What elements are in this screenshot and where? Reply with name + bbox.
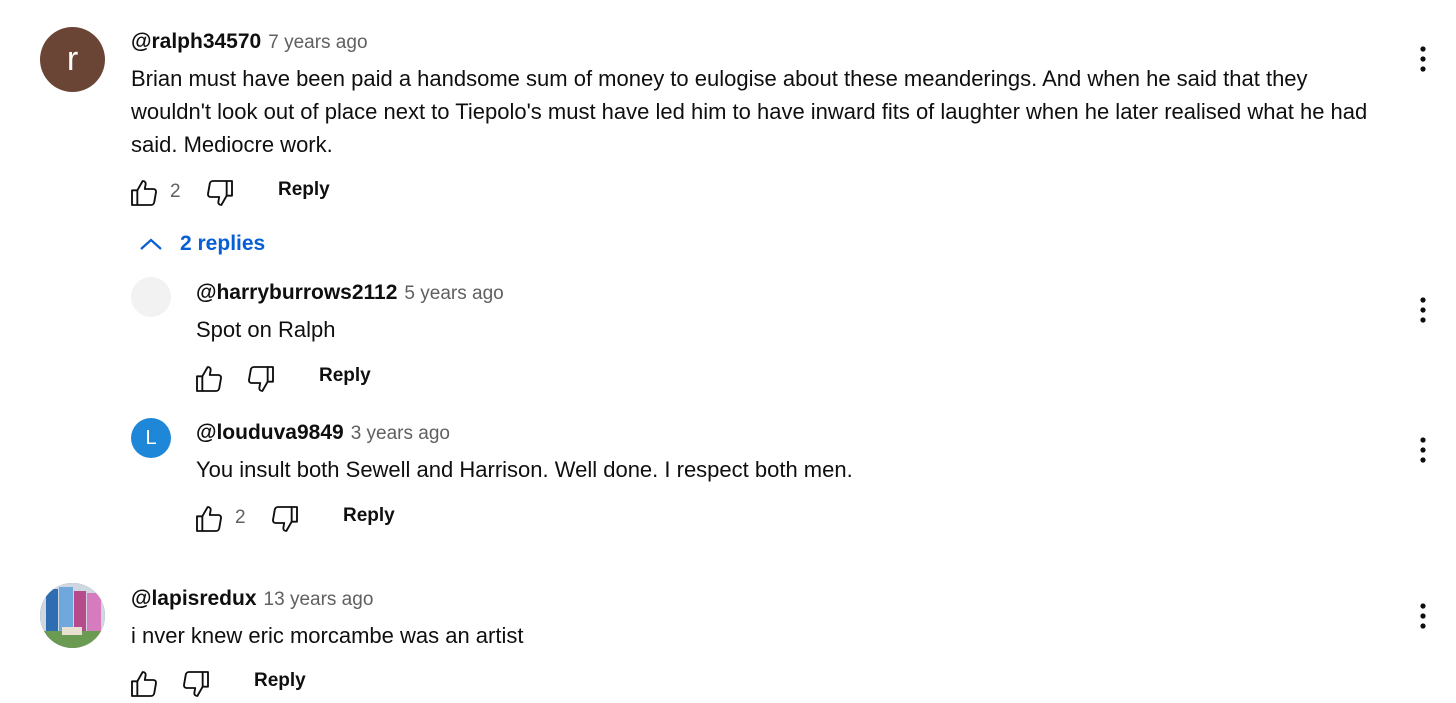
thumbs-down-icon: [248, 366, 274, 392]
timestamp[interactable]: 5 years ago: [404, 283, 503, 305]
more-vert-icon: [1420, 297, 1426, 323]
like-button[interactable]: [192, 502, 226, 536]
thumbs-up-icon: [131, 671, 157, 697]
thumbs-up-icon: [196, 506, 222, 532]
thumbs-up-icon: [131, 180, 157, 206]
replies-count[interactable]: 2 replies: [180, 232, 265, 256]
dislike-button[interactable]: [268, 502, 302, 536]
comment-header: @lapisredux 13 years ago: [131, 587, 373, 611]
comment-actions: Reply: [192, 362, 452, 402]
comment-header: @ralph34570 7 years ago: [131, 30, 368, 54]
comment-menu-button[interactable]: [1408, 432, 1438, 468]
comment-text: Brian must have been paid a handsome sum…: [131, 66, 1368, 157]
dislike-button[interactable]: [244, 362, 278, 396]
comment-text: Spot on Ralph: [196, 317, 336, 342]
comment-header: @harryburrows2112 5 years ago: [196, 281, 504, 305]
like-count: 2: [170, 181, 181, 202]
avatar[interactable]: L: [131, 418, 171, 458]
dislike-button[interactable]: [203, 176, 237, 210]
avatar-letter: L: [145, 426, 157, 449]
thumbs-down-icon: [207, 180, 233, 206]
like-count: 2: [235, 507, 246, 528]
avatar[interactable]: [131, 277, 171, 317]
author-name[interactable]: @ralph34570: [131, 30, 261, 54]
author-name[interactable]: @louduva9849: [196, 421, 344, 445]
chevron-up-icon: [140, 238, 162, 250]
thumbs-up-icon: [196, 366, 222, 392]
like-button[interactable]: [127, 667, 161, 701]
comment-actions: 2 Reply: [127, 176, 427, 216]
comment-actions: 2 Reply: [192, 502, 452, 542]
reply-button[interactable]: Reply: [343, 505, 395, 527]
comment-text: You insult both Sewell and Harrison. Wel…: [196, 457, 853, 482]
more-vert-icon: [1420, 437, 1426, 463]
comment-header: @louduva9849 3 years ago: [196, 421, 450, 445]
avatar[interactable]: [40, 583, 105, 648]
avatar-image: [40, 583, 105, 648]
comment-menu-button[interactable]: [1408, 598, 1438, 634]
comment-text: i nver knew eric morcambe was an artist: [131, 623, 524, 648]
timestamp[interactable]: 13 years ago: [264, 589, 374, 611]
timestamp[interactable]: 3 years ago: [351, 423, 450, 445]
like-button[interactable]: [192, 362, 226, 396]
replies-toggle[interactable]: 2 replies: [138, 232, 265, 256]
more-vert-icon: [1420, 46, 1426, 72]
reply-button[interactable]: Reply: [278, 179, 330, 201]
avatar[interactable]: r: [40, 27, 105, 92]
author-name[interactable]: @lapisredux: [131, 587, 257, 611]
comment-actions: Reply: [127, 667, 387, 703]
reply-button[interactable]: Reply: [319, 365, 371, 387]
comment-menu-button[interactable]: [1408, 292, 1438, 328]
dislike-button[interactable]: [179, 667, 213, 701]
author-name[interactable]: @harryburrows2112: [196, 281, 397, 305]
like-button[interactable]: [127, 176, 161, 210]
avatar-letter: r: [66, 40, 79, 78]
timestamp[interactable]: 7 years ago: [268, 32, 367, 54]
more-vert-icon: [1420, 603, 1426, 629]
thumbs-down-icon: [272, 506, 298, 532]
comment-menu-button[interactable]: [1408, 41, 1438, 77]
reply-button[interactable]: Reply: [254, 670, 306, 692]
thumbs-down-icon: [183, 671, 209, 697]
